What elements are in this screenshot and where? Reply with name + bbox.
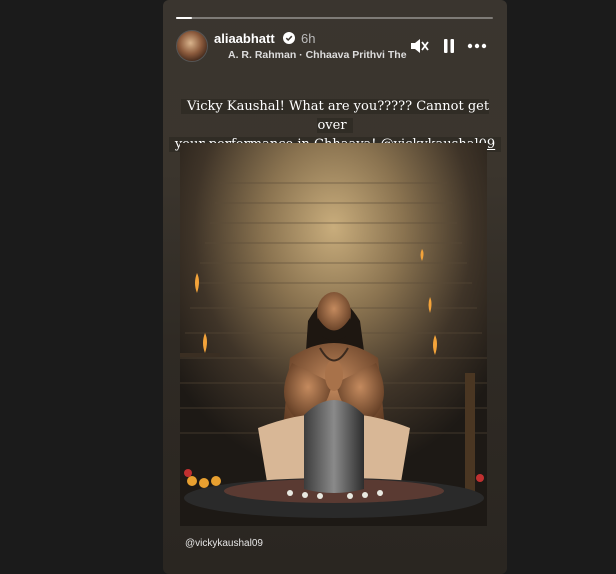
post-time: 6h xyxy=(301,31,316,46)
avatar[interactable] xyxy=(176,30,208,62)
story-card[interactable]: aliaabhatt 6h A. R. Rahman · Chhaava Pri… xyxy=(163,0,507,574)
progress-fill xyxy=(176,17,192,19)
mention-tag[interactable]: @vickykaushal09 xyxy=(185,538,263,549)
caption-line-1: Vicky Kaushal! What are you????? Cannot … xyxy=(180,99,490,133)
music-label[interactable]: A. R. Rahman · Chhaava Prithvi The xyxy=(228,49,408,61)
story-header: aliaabhatt 6h A. R. Rahman · Chhaava Pri… xyxy=(176,28,494,64)
photo-illustration xyxy=(180,143,487,526)
pause-icon[interactable] xyxy=(438,35,460,57)
story-photo xyxy=(180,143,487,526)
progress-bar xyxy=(176,17,493,19)
mute-icon[interactable] xyxy=(408,35,430,57)
username[interactable]: aliaabhatt xyxy=(214,31,275,46)
verified-icon xyxy=(283,32,295,44)
more-icon[interactable] xyxy=(466,35,488,57)
